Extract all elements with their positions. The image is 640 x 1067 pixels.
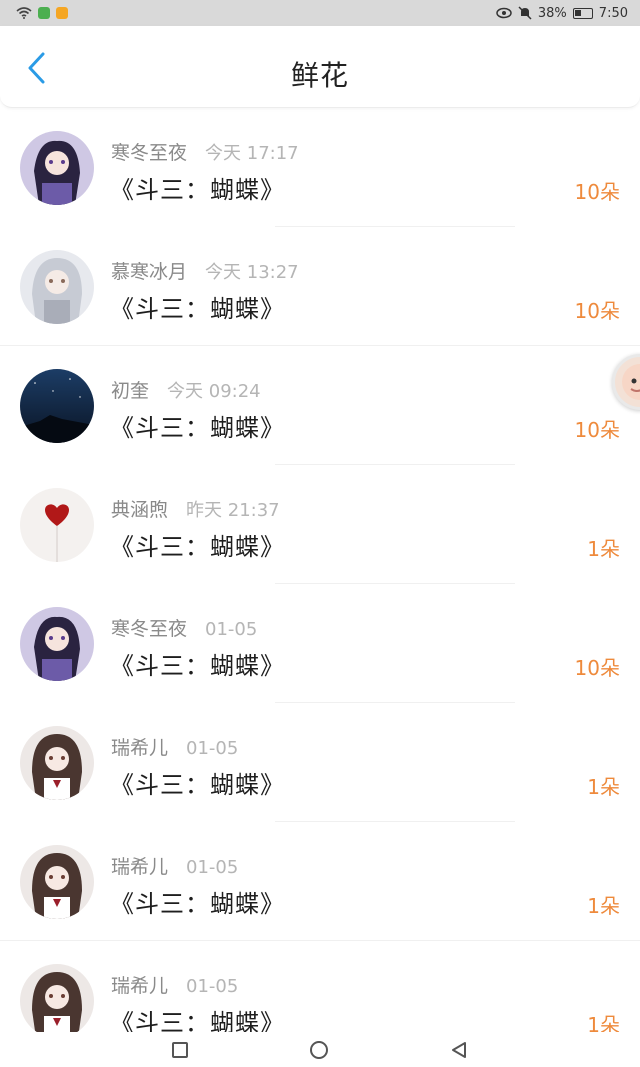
- flower-count: 1朵: [587, 537, 620, 561]
- user-name[interactable]: 寒冬至夜: [111, 614, 187, 641]
- user-name[interactable]: 瑞希儿: [111, 733, 168, 760]
- timestamp: 昨天 21:37: [186, 500, 280, 521]
- app-header: 鲜花: [0, 26, 640, 108]
- timestamp: 01-05: [205, 619, 258, 640]
- flower-count: 10朵: [574, 656, 620, 680]
- book-title[interactable]: 《斗三：蝴蝶》: [110, 527, 285, 562]
- timestamp: 01-05: [186, 857, 239, 878]
- avatar[interactable]: [20, 726, 94, 800]
- item-meta: 瑞希儿 01-05: [111, 852, 238, 879]
- flower-count: 1朵: [587, 1013, 620, 1032]
- list-item[interactable]: 初奎 今天 09:24 《斗三：蝴蝶》 10朵: [0, 346, 640, 465]
- home-button[interactable]: [310, 1040, 328, 1059]
- avatar[interactable]: [20, 845, 94, 919]
- avatar[interactable]: [20, 369, 94, 443]
- status-right: 38% 7:50: [496, 6, 628, 21]
- assistant-face-icon: [622, 364, 640, 400]
- item-meta: 慕寒冰月 今天 13:27: [111, 257, 299, 284]
- anime-girl-purple-avatar: [20, 607, 94, 681]
- anime-girl-brown-avatar: [20, 845, 94, 919]
- user-name[interactable]: 典涵煦: [111, 495, 168, 522]
- page-title: 鲜花: [290, 59, 349, 92]
- timestamp: 今天 17:17: [205, 143, 299, 164]
- flower-count: 10朵: [574, 180, 620, 204]
- weibo-notification-icon: [56, 7, 68, 19]
- book-title[interactable]: 《斗三：蝴蝶》: [110, 289, 285, 324]
- item-meta: 瑞希儿 01-05: [111, 971, 238, 998]
- nav-back-icon[interactable]: [450, 1041, 468, 1059]
- flower-count: 10朵: [574, 418, 620, 442]
- book-title[interactable]: 《斗三：蝴蝶》: [110, 765, 285, 800]
- wifi-icon: [16, 7, 32, 19]
- avatar[interactable]: [20, 964, 94, 1032]
- item-meta: 寒冬至夜 01-05: [111, 614, 257, 641]
- list-item[interactable]: 瑞希儿 01-05 《斗三：蝴蝶》 1朵: [0, 822, 640, 941]
- floating-assistant-button[interactable]: [612, 354, 640, 410]
- anime-girl-silver-avatar: [20, 250, 94, 324]
- avatar[interactable]: [20, 607, 94, 681]
- list-item[interactable]: 瑞希儿 01-05 《斗三：蝴蝶》 1朵: [0, 941, 640, 1032]
- flower-count: 1朵: [587, 775, 620, 799]
- book-title[interactable]: 《斗三：蝴蝶》: [110, 884, 285, 919]
- timestamp: 今天 13:27: [205, 262, 299, 283]
- list-item[interactable]: 寒冬至夜 01-05 《斗三：蝴蝶》 10朵: [0, 584, 640, 703]
- item-meta: 初奎 今天 09:24: [111, 376, 261, 403]
- book-title[interactable]: 《斗三：蝴蝶》: [110, 170, 285, 205]
- user-name[interactable]: 寒冬至夜: [111, 138, 187, 165]
- flower-count: 1朵: [587, 894, 620, 918]
- book-title[interactable]: 《斗三：蝴蝶》: [110, 1003, 285, 1032]
- list-item[interactable]: 寒冬至夜 今天 17:17 《斗三：蝴蝶》 10朵: [0, 108, 640, 227]
- status-bar: 38% 7:50: [0, 0, 640, 26]
- anime-girl-purple-avatar: [20, 131, 94, 205]
- book-title[interactable]: 《斗三：蝴蝶》: [110, 408, 285, 443]
- flower-list: 寒冬至夜 今天 17:17 《斗三：蝴蝶》 10朵 慕寒冰月 今天 13:27 …: [0, 108, 640, 1032]
- item-meta: 寒冬至夜 今天 17:17: [111, 138, 299, 165]
- app-notification-icon: [38, 7, 50, 19]
- eye-icon: [496, 7, 512, 19]
- timestamp: 01-05: [186, 738, 239, 759]
- battery-icon: [572, 7, 593, 19]
- book-title[interactable]: 《斗三：蝴蝶》: [110, 646, 285, 681]
- item-meta: 典涵煦 昨天 21:37: [111, 495, 280, 522]
- list-item[interactable]: 典涵煦 昨天 21:37 《斗三：蝴蝶》 1朵: [0, 465, 640, 584]
- anime-girl-brown-avatar: [20, 726, 94, 800]
- flower-count: 10朵: [574, 299, 620, 323]
- bell-muted-icon: [518, 6, 532, 20]
- user-name[interactable]: 初奎: [111, 376, 149, 403]
- system-nav-bar: [0, 1032, 640, 1067]
- list-item[interactable]: 瑞希儿 01-05 《斗三：蝴蝶》 1朵: [0, 703, 640, 822]
- avatar[interactable]: [20, 250, 94, 324]
- list-item[interactable]: 慕寒冰月 今天 13:27 《斗三：蝴蝶》 10朵: [0, 227, 640, 346]
- avatar[interactable]: [20, 488, 94, 562]
- timestamp: 01-05: [186, 976, 239, 997]
- anime-girl-brown-avatar: [20, 964, 94, 1032]
- night-sky-avatar: [20, 369, 94, 443]
- clock: 7:50: [598, 5, 628, 21]
- red-heart-avatar: [20, 488, 94, 562]
- battery-percent: 38%: [537, 5, 567, 21]
- status-left: [16, 7, 68, 19]
- timestamp: 今天 09:24: [167, 381, 261, 402]
- avatar[interactable]: [20, 131, 94, 205]
- user-name[interactable]: 慕寒冰月: [111, 257, 187, 284]
- user-name[interactable]: 瑞希儿: [111, 852, 168, 879]
- item-meta: 瑞希儿 01-05: [111, 733, 238, 760]
- recent-apps-button[interactable]: [172, 1041, 188, 1058]
- user-name[interactable]: 瑞希儿: [111, 971, 168, 998]
